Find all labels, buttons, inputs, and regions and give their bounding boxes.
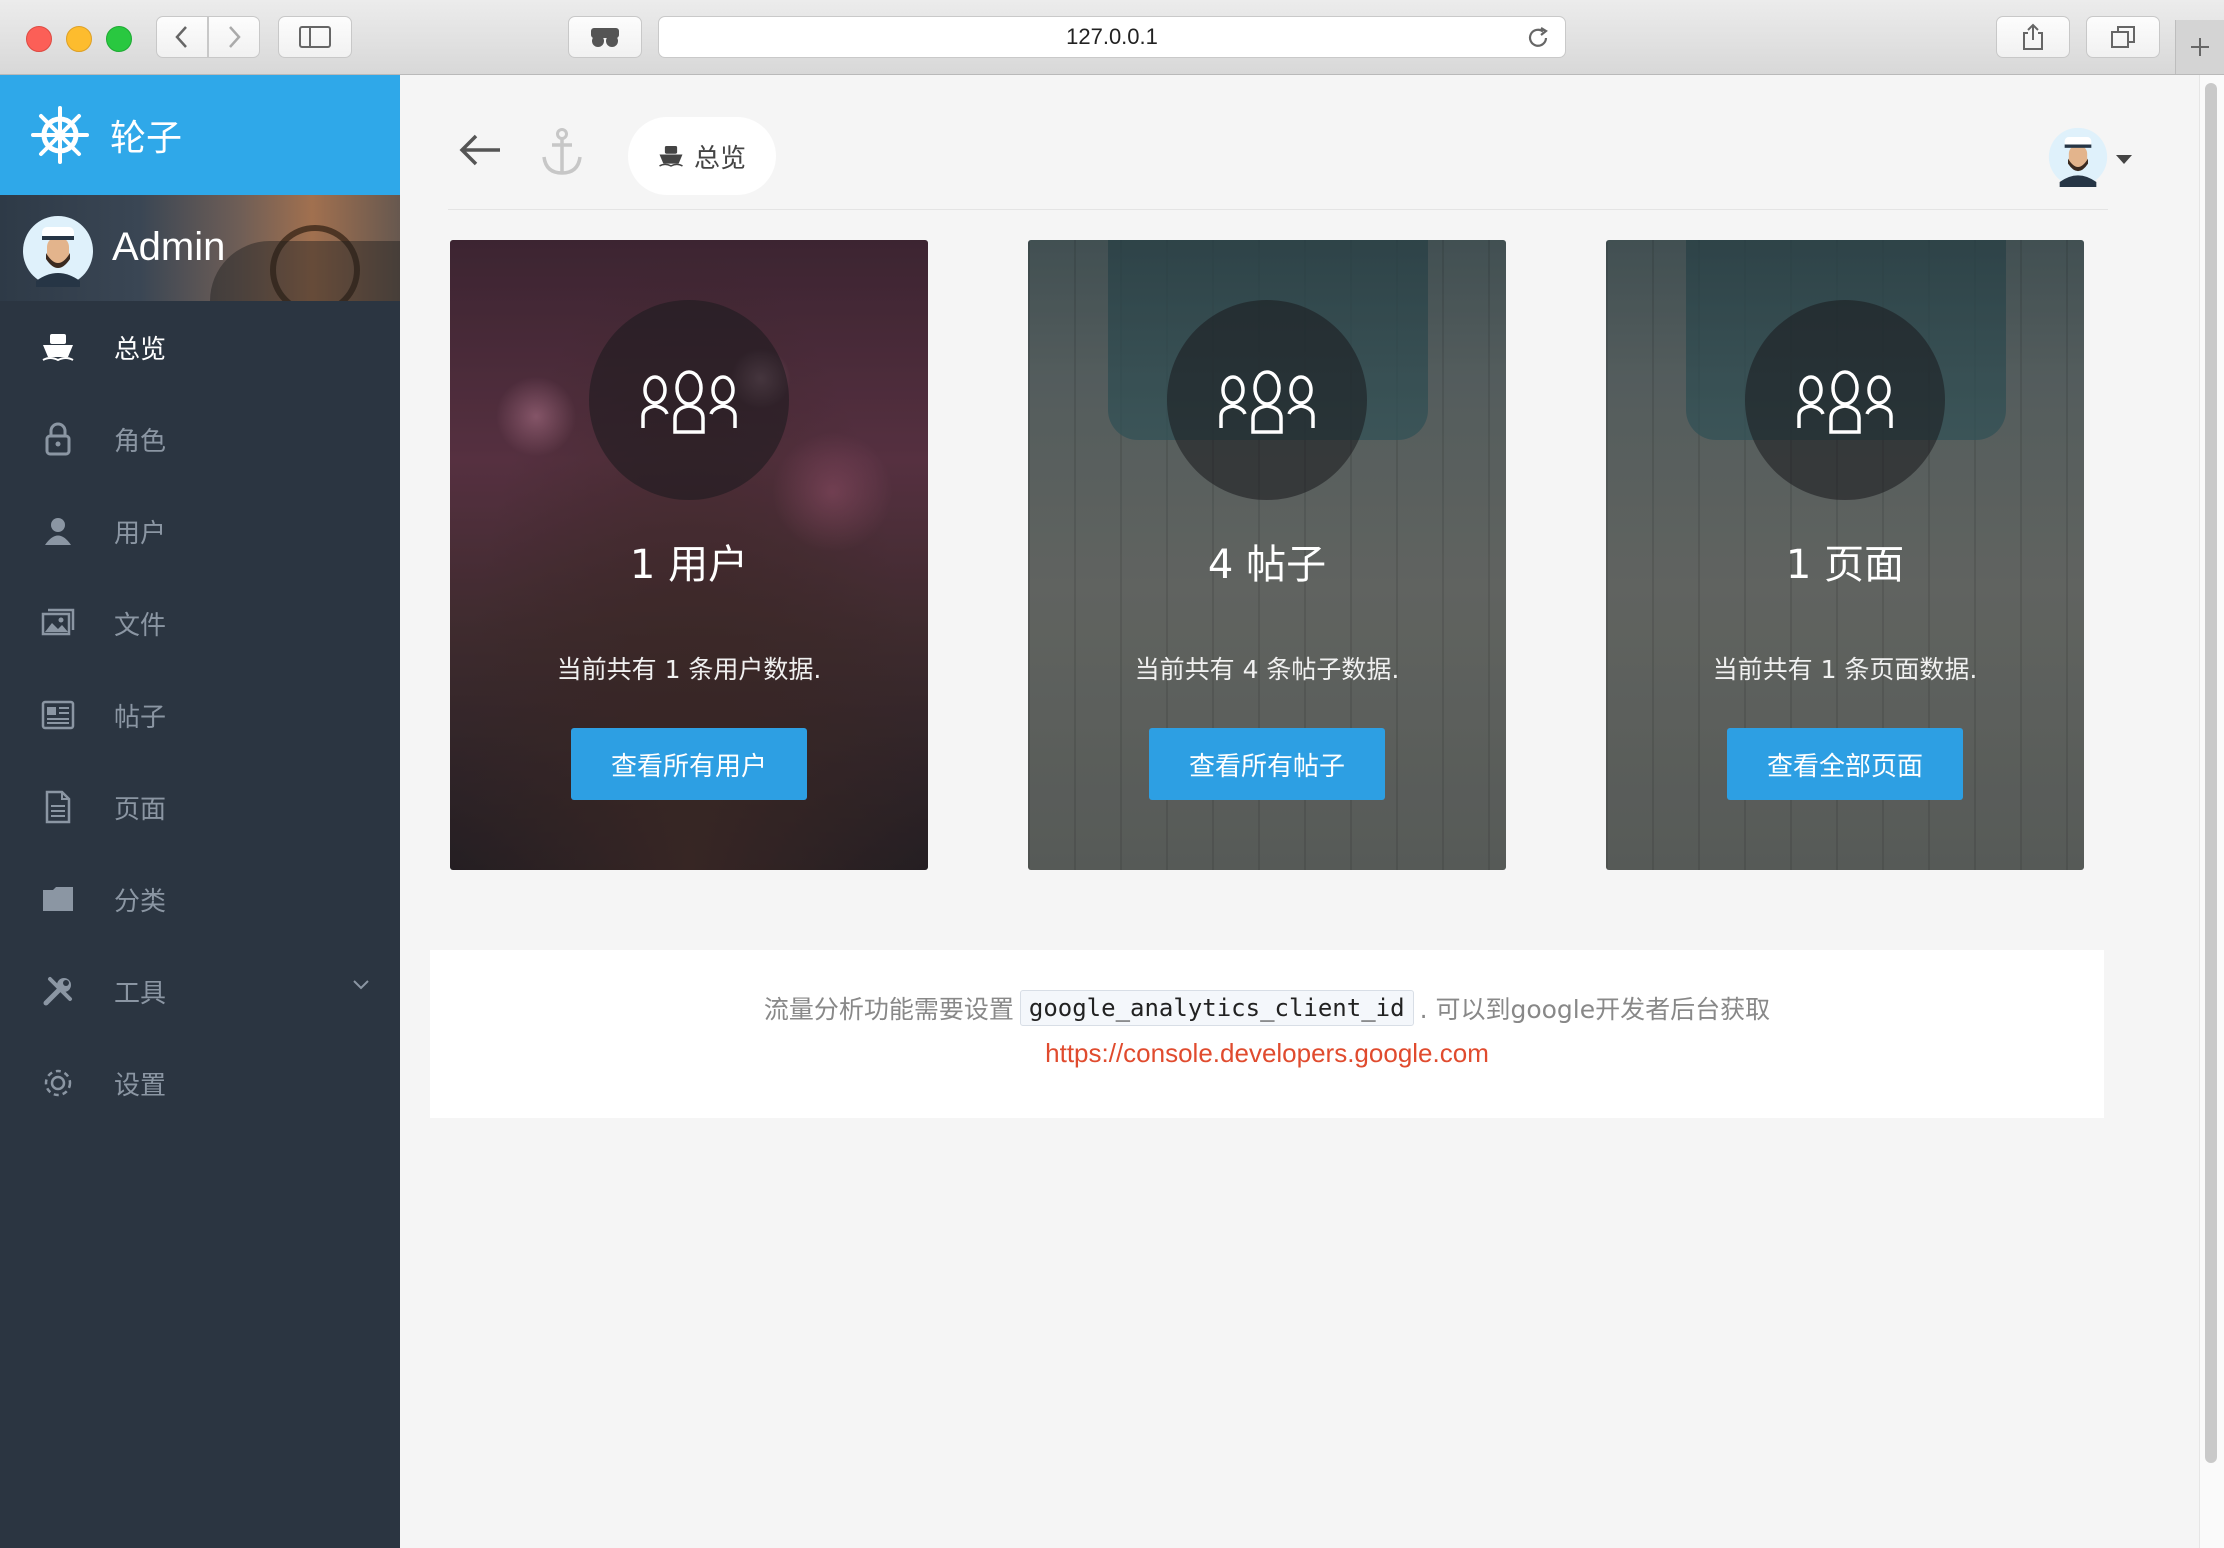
sidebar-item-settings[interactable]: 设置 (0, 1037, 400, 1129)
ship-icon (659, 146, 683, 167)
analytics-code: google_analytics_client_id (1019, 990, 1414, 1026)
sidebar-icon (299, 26, 331, 48)
sidebar-item-label: 分类 (114, 886, 167, 917)
user-name: Admin (112, 225, 226, 269)
scrollbar-thumb[interactable] (2205, 83, 2217, 1463)
arrow-left-icon[interactable] (458, 133, 502, 167)
lock-icon (38, 419, 78, 459)
view-all-posts-button[interactable]: 查看所有帖子 (1149, 728, 1385, 800)
avatar[interactable] (22, 215, 94, 287)
main-content: 总览 1 用户 当前共有 1 条用户数据. 查看所有用户 4 帖子 当前共有 4… (400, 75, 2200, 1548)
minimize-window-button[interactable] (66, 26, 92, 52)
card-description: 当前共有 4 条帖子数据. (1134, 655, 1400, 684)
sidebar-item-posts[interactable]: 帖子 (0, 669, 400, 761)
sidebar-item-label: 页面 (114, 794, 167, 825)
image-icon (38, 603, 78, 643)
share-button[interactable] (1996, 16, 2070, 58)
chevron-left-icon (175, 26, 187, 48)
users-icon (1219, 370, 1315, 434)
brand-header[interactable]: 轮子 (0, 75, 400, 195)
user-panel: Admin (0, 195, 400, 301)
browser-forward-button[interactable] (208, 16, 260, 58)
chevron-down-icon[interactable] (352, 979, 370, 991)
background-deck (210, 241, 400, 301)
view-all-pages-button[interactable]: 查看全部页面 (1727, 728, 1963, 800)
analytics-notice: 流量分析功能需要设置 google_analytics_client_id . … (430, 950, 2104, 1118)
plus-icon (2191, 38, 2209, 56)
ship-icon (38, 327, 78, 367)
card-description: 当前共有 1 条页面数据. (1712, 655, 1978, 684)
sidebar-item-label: 角色 (114, 426, 167, 457)
posts-card: 4 帖子 当前共有 4 条帖子数据. 查看所有帖子 (1028, 240, 1506, 870)
analytics-text-before: 流量分析功能需要设置 (763, 995, 1014, 1024)
browser-back-button[interactable] (156, 16, 208, 58)
url-text: 127.0.0.1 (1066, 24, 1158, 49)
tabs-icon (2111, 26, 2135, 48)
sidebar-item-label: 设置 (114, 1070, 167, 1101)
view-all-users-button[interactable]: 查看所有用户 (571, 728, 807, 800)
sidebar-nav: 总览 角色 用户 文件 帖子 页面 分类 工具 设置 (0, 301, 400, 1129)
glasses-icon (591, 28, 619, 47)
sidebar-item-files[interactable]: 文件 (0, 577, 400, 669)
card-count: 4 帖子 (1207, 542, 1327, 588)
card-count: 1 页面 (1785, 542, 1905, 588)
sidebar-item-users[interactable]: 用户 (0, 485, 400, 577)
card-count: 1 用户 (629, 542, 749, 588)
sidebar-item-label: 总览 (114, 334, 167, 365)
sidebar-toggle-button[interactable] (278, 16, 352, 58)
address-bar[interactable]: 127.0.0.1 (658, 16, 1566, 58)
caret-down-icon[interactable] (2116, 155, 2132, 164)
sidebar-item-label: 文件 (114, 610, 167, 641)
browser-toolbar: 127.0.0.1 (0, 0, 2224, 75)
close-window-button[interactable] (26, 26, 52, 52)
ship-wheel-icon (31, 106, 89, 164)
sidebar-item-roles[interactable]: 角色 (0, 393, 400, 485)
pages-card: 1 页面 当前共有 1 条页面数据. 查看全部页面 (1606, 240, 2084, 870)
newspaper-icon (38, 695, 78, 735)
card-description: 当前共有 1 条用户数据. (556, 655, 822, 684)
users-icon (1797, 370, 1893, 434)
user-icon (38, 511, 78, 551)
users-card: 1 用户 当前共有 1 条用户数据. 查看所有用户 (450, 240, 928, 870)
analytics-text-after: . 可以到google开发者后台获取 (1419, 995, 1771, 1024)
reload-icon[interactable] (1525, 25, 1551, 57)
sidebar: 轮子 Admin 总览 角色 用户 文件 帖子 页面 分类 工具 设置 (0, 75, 400, 1548)
zoom-window-button[interactable] (106, 26, 132, 52)
chevron-right-icon (229, 26, 241, 48)
sidebar-item-overview[interactable]: 总览 (0, 301, 400, 393)
tabs-overview-button[interactable] (2086, 16, 2160, 58)
file-icon (38, 787, 78, 827)
tools-icon (38, 971, 78, 1011)
sidebar-item-pages[interactable]: 页面 (0, 761, 400, 853)
avatar[interactable] (2048, 127, 2108, 187)
icon-circle (589, 300, 789, 500)
page-scrollbar[interactable] (2199, 75, 2224, 1548)
anchor-icon[interactable] (540, 127, 584, 177)
brand-title: 轮子 (110, 118, 183, 159)
sidebar-item-label: 用户 (114, 518, 167, 549)
sidebar-item-categories[interactable]: 分类 (0, 853, 400, 945)
google-console-link[interactable]: https://console.developers.google.com (430, 1038, 2104, 1069)
icon-circle (1167, 300, 1367, 500)
breadcrumb-label: 总览 (694, 143, 747, 174)
breadcrumb[interactable]: 总览 (628, 117, 777, 195)
folder-icon (38, 879, 78, 919)
users-icon (641, 370, 737, 434)
share-icon (2023, 23, 2043, 50)
sidebar-item-label: 工具 (114, 978, 167, 1009)
reader-button[interactable] (568, 16, 642, 58)
gear-icon (38, 1063, 78, 1103)
new-tab-button[interactable] (2175, 20, 2224, 74)
analytics-message: 流量分析功能需要设置 google_analytics_client_id . … (430, 990, 2104, 1026)
sidebar-item-label: 帖子 (114, 702, 167, 733)
sidebar-item-tools[interactable]: 工具 (0, 945, 400, 1037)
icon-circle (1745, 300, 1945, 500)
top-bar: 总览 (448, 97, 2132, 210)
